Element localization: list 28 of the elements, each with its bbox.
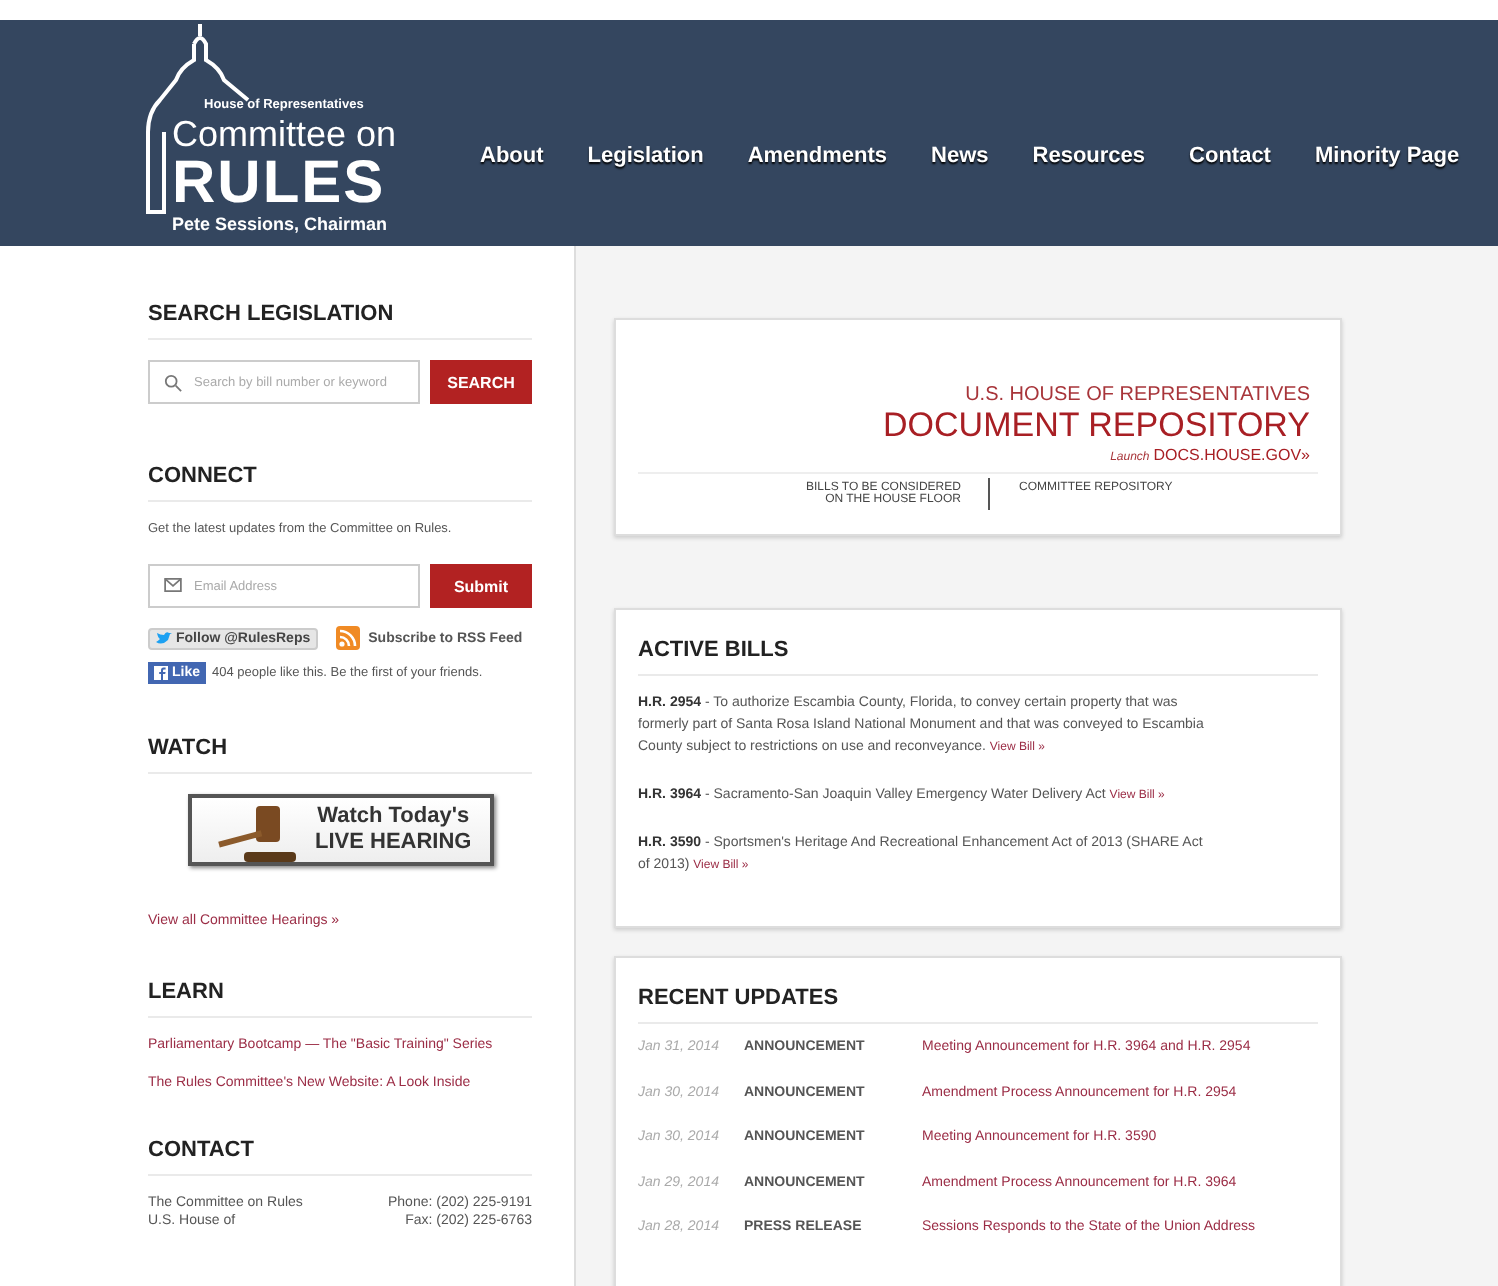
section-heading: SEARCH LEGISLATION bbox=[148, 302, 532, 340]
docs-link[interactable]: DOCS.HOUSE.GOV» bbox=[1153, 446, 1310, 464]
logo-wordmark: RULES bbox=[172, 154, 386, 214]
rss-icon bbox=[336, 626, 361, 650]
card-heading: RECENT UPDATES bbox=[638, 982, 1318, 1024]
banner-line: Watch Today's bbox=[317, 804, 470, 830]
section-heading: CONTACT bbox=[148, 1138, 532, 1176]
nav-link[interactable]: Legislation bbox=[587, 144, 704, 168]
card-heading: ACTIVE BILLS bbox=[638, 634, 1318, 676]
section-heading: WATCH bbox=[148, 736, 532, 774]
nav-link[interactable]: News bbox=[931, 144, 989, 168]
logo-chairman: Pete Sessions, Chairman bbox=[172, 216, 388, 234]
repository-title: DOCUMENT REPOSITORY bbox=[883, 406, 1310, 446]
section-heading: LEARN bbox=[148, 980, 532, 1018]
logo-title: Committee on bbox=[172, 116, 397, 152]
nav-link[interactable]: About bbox=[480, 144, 544, 168]
nav-link[interactable]: Amendments bbox=[747, 144, 888, 168]
nav-link[interactable]: Contact bbox=[1189, 144, 1271, 168]
nav-link[interactable]: Minority Page bbox=[1314, 144, 1460, 168]
repository-overline: U.S. HOUSE OF REPRESENTATIVES bbox=[965, 384, 1310, 406]
search-button[interactable]: SEARCH bbox=[430, 360, 532, 404]
submit-button[interactable]: Submit bbox=[430, 564, 532, 608]
live-hearing-banner[interactable]: Watch Today's LIVE HEARING bbox=[187, 794, 493, 866]
bird-icon bbox=[156, 631, 172, 645]
facebook-icon bbox=[154, 666, 168, 680]
section-heading: CONNECT bbox=[148, 464, 532, 502]
banner-line: LIVE HEARING bbox=[315, 830, 472, 856]
nav-link[interactable]: Resources bbox=[1032, 144, 1146, 168]
